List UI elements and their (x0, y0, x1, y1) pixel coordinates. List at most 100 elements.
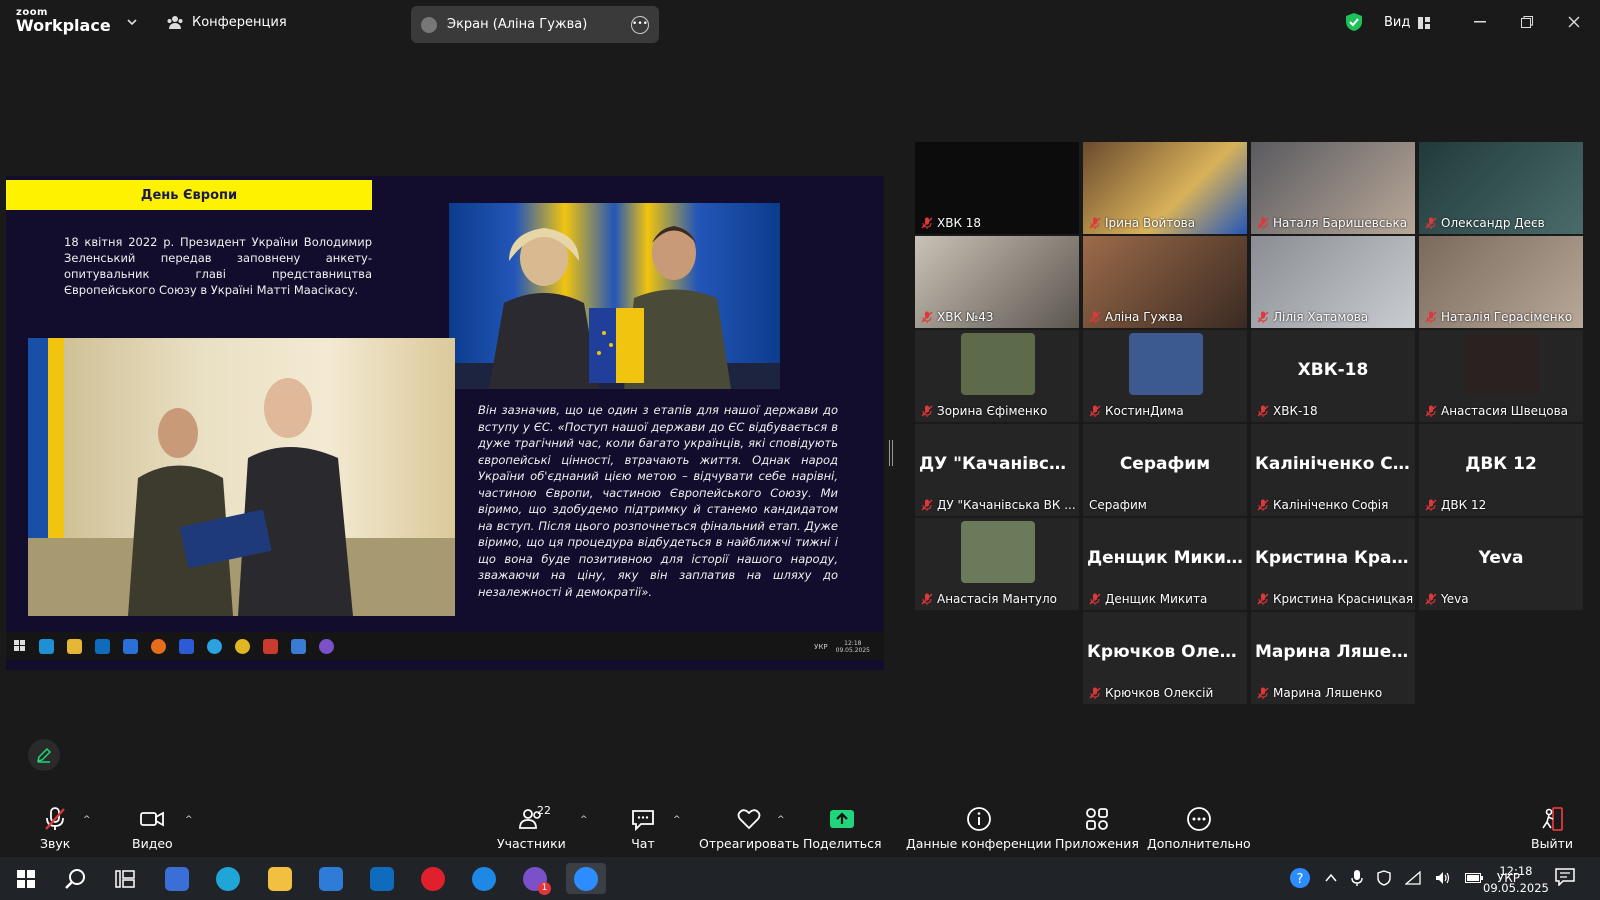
start-button[interactable] (6, 863, 46, 894)
more-button[interactable]: Дополнительно (1147, 806, 1251, 851)
participants-button[interactable]: 22 Участники (497, 804, 566, 851)
volume-icon[interactable] (1435, 871, 1451, 885)
participants-label: Участники (497, 836, 566, 851)
view-button[interactable]: Вид (1384, 15, 1431, 30)
annotate-button[interactable] (28, 739, 60, 771)
minimize-button[interactable] (1468, 10, 1492, 34)
taskbar-app-teamviewer[interactable] (464, 863, 504, 894)
taskbar-app-viber[interactable]: 1 (515, 863, 555, 895)
participant-tile[interactable]: ХВК №43 (915, 236, 1079, 328)
leave-button[interactable]: Выйти (1531, 806, 1573, 851)
mic-muted-icon (1257, 593, 1269, 605)
help-icon[interactable]: ? (1289, 867, 1311, 889)
participant-name-label: Наталія Герасіменко (1425, 310, 1572, 324)
participant-tile[interactable]: Калініченко Со... Калініченко Софія (1251, 424, 1415, 516)
audio-options-button[interactable]: ^ (83, 815, 93, 825)
chevron-down-icon[interactable] (126, 16, 138, 28)
taskbar-app-edge[interactable] (208, 863, 248, 894)
zoom-icon (574, 866, 598, 891)
participant-tile[interactable]: Серафим Серафим (1083, 424, 1247, 516)
folder-icon (268, 866, 292, 891)
leave-label: Выйти (1531, 836, 1573, 851)
participant-tile[interactable]: Олександр Деєв (1419, 142, 1583, 234)
chat-options-button[interactable]: ^ (673, 815, 683, 825)
participant-tile[interactable]: Крючков Олек... Крючков Олексій (1083, 612, 1247, 704)
participant-name-label: Крючков Олексій (1089, 686, 1213, 700)
shared-taskbar: УКР 12:18 09.05.2025 (6, 632, 884, 660)
participant-name: ДВК 12 (1441, 498, 1487, 512)
meeting-info-button[interactable]: Конференция (166, 14, 287, 30)
slide-paragraph-1: 18 квітня 2022 р. Президент України Воло… (64, 235, 372, 297)
participant-tile[interactable]: КостинДима (1083, 330, 1247, 422)
chat-button[interactable]: Чат (630, 806, 656, 851)
participant-name: Кристина Красницкая (1273, 592, 1414, 606)
apps-label: Приложения (1055, 836, 1139, 851)
taskbar-app-explorer[interactable] (260, 863, 300, 894)
participant-tile[interactable]: Анастасия Швецова (1419, 330, 1583, 422)
taskbar-app-store[interactable] (311, 863, 351, 894)
slide-paragraph-2: Він зазначив, що це один з етапів для на… (478, 403, 838, 599)
react-options-button[interactable]: ^ (777, 815, 787, 825)
task-view-button[interactable] (105, 863, 145, 894)
resize-handle[interactable] (889, 440, 893, 466)
participant-tile[interactable]: Лілія Хатамова (1251, 236, 1415, 328)
apps-button[interactable]: Приложения (1055, 806, 1139, 851)
notifications-icon[interactable] (1555, 868, 1575, 886)
chevron-up-icon[interactable] (1325, 873, 1337, 883)
share-button[interactable]: Поделиться (803, 806, 882, 851)
mic-muted-icon (1425, 217, 1437, 229)
participant-tile[interactable]: Наталія Герасіменко (1419, 236, 1583, 328)
video-label: Видео (132, 836, 173, 851)
participants-count: 22 (537, 804, 551, 817)
chat-icon (632, 810, 654, 832)
meeting-info-toolbar-button[interactable]: Данные конференции (906, 806, 1052, 851)
participant-tile[interactable]: Yeva Yeva (1419, 518, 1583, 610)
security-shield-icon[interactable] (1345, 12, 1363, 32)
apps-icon (1086, 808, 1108, 830)
participant-tile[interactable]: ДВК 12 ДВК 12 (1419, 424, 1583, 516)
video-options-button[interactable]: ^ (185, 815, 195, 825)
participant-name-label: Зорина Єфіменко (921, 404, 1047, 418)
screen-share-indicator[interactable]: Экран (Аліна Гужва) ••• (411, 6, 659, 43)
participants-options-button[interactable]: ^ (580, 815, 590, 825)
close-button[interactable] (1562, 10, 1586, 34)
taskbar-app-opera[interactable] (413, 863, 453, 894)
participant-name: Наталія Герасіменко (1441, 310, 1573, 324)
participant-tile[interactable]: Аліна Гужва (1083, 236, 1247, 328)
participant-name: Калініченко Софія (1273, 498, 1389, 512)
wifi-icon[interactable] (1404, 871, 1421, 885)
audio-button[interactable]: Звук (40, 806, 70, 851)
participant-tile[interactable]: Наталя Баришевська (1251, 142, 1415, 234)
search-button[interactable] (55, 863, 95, 894)
participant-tile[interactable]: ХВК-18 ХВК-18 (1251, 330, 1415, 422)
info-label: Данные конференции (906, 836, 1052, 851)
participant-tile[interactable]: Ірина Войтова (1083, 142, 1247, 234)
participant-display-name: Крючков Олек... (1087, 642, 1247, 662)
taskbar-app-save[interactable] (157, 863, 197, 894)
react-button[interactable]: Отреагировать (699, 806, 799, 851)
taskbar-app-zoom[interactable] (566, 863, 606, 894)
clock-time: 12:18 (1499, 864, 1533, 878)
microphone-icon[interactable] (1351, 870, 1363, 886)
participant-tile[interactable]: Кристина Крас... Кристина Красницкая (1251, 518, 1415, 610)
restore-button[interactable] (1515, 10, 1539, 34)
participant-name: КостинДима (1105, 404, 1184, 418)
participant-tile[interactable]: ХВК 18 (915, 142, 1079, 234)
shared-screen: День Європи 18 квітня 2022 р. Президент … (6, 176, 884, 670)
more-options-icon[interactable]: ••• (631, 15, 649, 34)
system-clock[interactable]: 12:18 09.05.2025 (1483, 863, 1549, 897)
zoom-logo: zoom Workplace (16, 8, 111, 34)
battery-icon[interactable] (1464, 873, 1483, 883)
participant-name: ХВК №43 (937, 310, 994, 324)
audio-label: Звук (40, 836, 71, 851)
participant-tile[interactable]: Анастасія Мантуло (915, 518, 1079, 610)
participant-tile[interactable]: ДУ "Качанівськ... ДУ "Качанівська ВК ... (915, 424, 1079, 516)
participant-name: Наталя Баришевська (1273, 216, 1408, 230)
defender-icon[interactable] (1377, 870, 1391, 886)
taskbar-app-outlook[interactable] (362, 863, 402, 894)
participant-tile[interactable]: Марина Ляшен... Марина Ляшенко (1251, 612, 1415, 704)
meeting-label: Конференция (192, 14, 287, 30)
participant-tile[interactable]: Зорина Єфіменко (915, 330, 1079, 422)
participant-tile[interactable]: Денщик Микита Денщик Микита (1083, 518, 1247, 610)
video-button[interactable]: Видео (132, 806, 173, 851)
